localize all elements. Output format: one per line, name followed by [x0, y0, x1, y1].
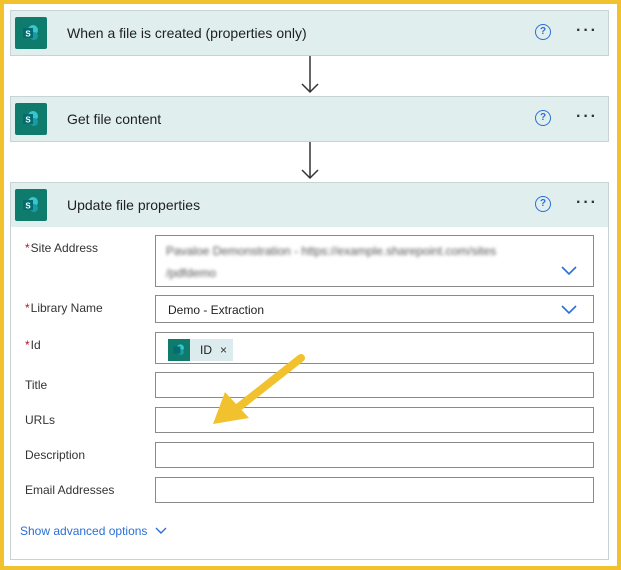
urls-label: URLs [25, 413, 56, 427]
title-label: Title [25, 378, 48, 392]
required-mark: * [25, 301, 30, 315]
help-icon[interactable]: ? [535, 196, 551, 212]
svg-text:S: S [25, 116, 31, 125]
chevron-down-icon[interactable] [561, 305, 577, 315]
flow-arrow-icon [301, 142, 319, 180]
sharepoint-icon [168, 339, 190, 361]
step-card-get-content[interactable]: S Get file content ? ··· [10, 96, 609, 142]
email-addresses-label: Email Addresses [25, 483, 115, 497]
sharepoint-icon: S [15, 189, 47, 221]
site-address-field[interactable]: Pavaloe Demonstration - https://example.… [155, 235, 594, 287]
step-header[interactable]: S Get file content ? ··· [11, 97, 608, 141]
email-addresses-row: Email Addresses [25, 477, 595, 503]
more-options-icon[interactable]: ··· [576, 109, 598, 125]
step-title: When a file is created (properties only) [67, 25, 307, 41]
library-name-dropdown[interactable]: Demo - Extraction [155, 295, 594, 323]
required-mark: * [25, 338, 30, 352]
id-label: Id [30, 338, 41, 352]
more-options-icon[interactable]: ··· [576, 23, 598, 39]
email-addresses-input[interactable] [155, 477, 594, 503]
show-advanced-options-label: Show advanced options [20, 524, 148, 538]
description-label: Description [25, 448, 86, 462]
site-address-label: Site Address [30, 241, 99, 255]
help-icon[interactable]: ? [535, 110, 551, 126]
help-icon[interactable]: ? [535, 24, 551, 40]
step-title: Update file properties [67, 197, 201, 213]
svg-text:S: S [25, 202, 31, 211]
library-name-value: Demo - Extraction [168, 303, 265, 317]
description-row: Description [25, 442, 595, 468]
site-address-row: *Site Address Pavaloe Demonstration - ht… [25, 235, 595, 287]
chevron-down-icon[interactable] [561, 266, 577, 276]
show-advanced-options-link[interactable]: Show advanced options [20, 524, 167, 538]
required-mark: * [25, 241, 30, 255]
step-header[interactable]: S Update file properties ? ··· [11, 183, 608, 227]
site-address-line2: /pdfdemo [166, 266, 217, 280]
more-options-icon[interactable]: ··· [576, 195, 598, 211]
library-name-label: Library Name [30, 301, 103, 315]
annotation-arrow-icon [213, 354, 305, 424]
step-title: Get file content [67, 111, 162, 127]
svg-text:S: S [25, 30, 31, 39]
library-name-row: *Library Name Demo - Extraction [25, 295, 595, 323]
flow-arrow-icon [301, 56, 319, 94]
step-header[interactable]: S When a file is created (properties onl… [11, 11, 608, 55]
chevron-down-icon [155, 527, 167, 534]
sharepoint-icon: S [15, 103, 47, 135]
site-address-line1: Pavaloe Demonstration - https://example.… [166, 244, 497, 258]
description-input[interactable] [155, 442, 594, 468]
sharepoint-icon: S [15, 17, 47, 49]
step-card-trigger[interactable]: S When a file is created (properties onl… [10, 10, 609, 56]
